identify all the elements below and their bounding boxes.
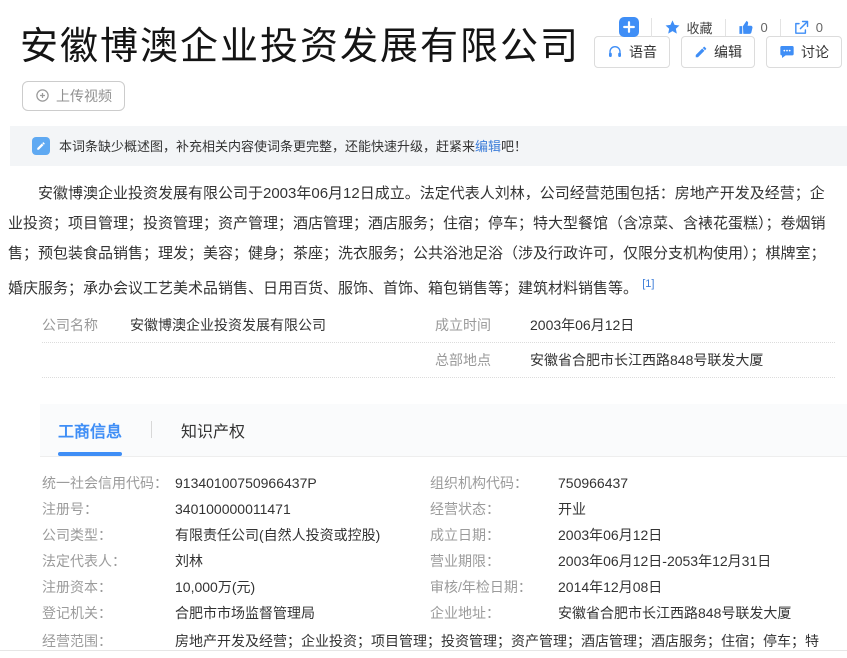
reg-number-label: 注册号： xyxy=(42,499,175,519)
company-name-label: 公司名称 xyxy=(42,315,130,335)
registry-authority-value: 合肥市市场监督管理局 xyxy=(175,603,430,623)
bottom-divider xyxy=(0,650,847,651)
notice-bar: 本词条缺少概述图，补充相关内容使词条更完整，还能快速升级，赶紧来编辑吧！ xyxy=(10,126,847,166)
reg-number-value: 340100000011471 xyxy=(175,501,430,517)
founded-label: 成立时间 xyxy=(435,315,530,335)
plus-square-icon xyxy=(619,17,639,37)
active-tab-underline xyxy=(58,452,122,456)
infobox-row: 公司名称 安徽博澳企业投资发展有限公司 成立时间 2003年06月12日 xyxy=(42,308,835,343)
tab-bar: 工商信息 知识产权 xyxy=(40,404,847,457)
favorite-label: 收藏 xyxy=(687,18,713,37)
table-row: 法定代表人： 刘林 营业期限： 2003年06月12日-2053年12月31日 xyxy=(42,548,835,574)
business-scope-row: 经营范围： 房地产开发及经营；企业投资；项目管理；投资管理；资产管理；酒店管理；… xyxy=(42,629,835,658)
org-code-label: 组织机构代码： xyxy=(430,473,558,493)
infobox-row: 总部地点 安徽省合肥市长江西路848号联发大厦 xyxy=(42,343,835,378)
company-type-value: 有限责任公司(自然人投资或控股) xyxy=(175,525,430,545)
upload-video-button[interactable]: 上传视频 xyxy=(22,81,125,111)
edit-button[interactable]: 编辑 xyxy=(681,36,755,68)
voice-button[interactable]: 语音 xyxy=(594,36,670,68)
edit-button-label: 编辑 xyxy=(714,42,742,62)
company-name-value: 安徽博澳企业投资发展有限公司 xyxy=(130,315,435,335)
like-count: 0 xyxy=(761,20,768,35)
tab-intellectual-property[interactable]: 知识产权 xyxy=(181,403,245,456)
infobox: 公司名称 安徽博澳企业投资发展有限公司 成立时间 2003年06月12日 总部地… xyxy=(42,308,835,378)
star-icon xyxy=(664,19,681,36)
table-row: 登记机关： 合肥市市场监督管理局 企业地址： 安徽省合肥市长江西路848号联发大… xyxy=(42,600,835,626)
notice-text-tail: 吧！ xyxy=(501,136,527,155)
business-scope-value: 房地产开发及经营；企业投资；项目管理；投资管理；资产管理；酒店管理；酒店服务；住… xyxy=(175,629,835,658)
notice-text: 本词条缺少概述图，补充相关内容使词条更完整，还能快速升级，赶紧来 xyxy=(59,136,475,155)
share-count: 0 xyxy=(816,20,823,35)
page-title: 安徽博澳企业投资发展有限公司 xyxy=(20,26,580,70)
business-term-label: 营业期限： xyxy=(430,551,558,571)
reference-link[interactable]: [1] xyxy=(642,278,654,290)
chat-bubble-icon xyxy=(779,44,795,60)
headset-icon xyxy=(607,44,623,60)
title-buttons: 语音 编辑 讨论 xyxy=(594,36,842,68)
discuss-button[interactable]: 讨论 xyxy=(766,36,842,68)
tab-intellectual-property-label: 知识产权 xyxy=(181,418,245,442)
registry-authority-label: 登记机关： xyxy=(42,603,175,623)
favorite-button[interactable]: 收藏 xyxy=(651,18,725,37)
table-row: 公司类型： 有限责任公司(自然人投资或控股) 成立日期： 2003年06月12日 xyxy=(42,522,835,548)
credit-code-value: 91340100750966437P xyxy=(175,475,430,491)
tab-divider xyxy=(151,421,152,438)
registered-capital-label: 注册资本： xyxy=(42,577,175,597)
share-button[interactable]: 0 xyxy=(780,19,835,36)
establish-date-value: 2003年06月12日 xyxy=(558,525,835,545)
hq-value: 安徽省合肥市长江西路848号联发大厦 xyxy=(530,350,835,370)
summary-text: 安徽博澳企业投资发展有限公司于2003年06月12日成立。法定代表人刘林，公司经… xyxy=(8,185,826,297)
discuss-button-label: 讨论 xyxy=(801,42,829,62)
notice-edit-link[interactable]: 编辑 xyxy=(475,136,501,155)
company-address-label: 企业地址： xyxy=(430,603,558,623)
founded-value: 2003年06月12日 xyxy=(530,315,835,335)
legal-rep-value: 刘林 xyxy=(175,551,430,571)
table-row: 注册资本： 10,000万(元) 审核/年检日期： 2014年12月08日 xyxy=(42,574,835,600)
summary-paragraph: 安徽博澳企业投资发展有限公司于2003年06月12日成立。法定代表人刘林，公司经… xyxy=(8,179,837,304)
circle-plus-icon xyxy=(35,88,50,103)
table-row: 统一社会信用代码： 91340100750966437P 组织机构代码： 750… xyxy=(42,470,835,496)
inspection-date-value: 2014年12月08日 xyxy=(558,577,835,597)
hq-label: 总部地点 xyxy=(435,350,530,370)
legal-rep-label: 法定代表人： xyxy=(42,551,175,571)
business-scope-label: 经营范围： xyxy=(42,629,175,658)
company-type-label: 公司类型： xyxy=(42,525,175,545)
business-info-panel: 统一社会信用代码： 91340100750966437P 组织机构代码： 750… xyxy=(42,470,835,658)
edit-badge-icon xyxy=(32,137,50,155)
app-add-button[interactable] xyxy=(607,17,651,37)
header-action-strip: 收藏 0 0 xyxy=(607,17,835,37)
inspection-date-label: 审核/年检日期： xyxy=(430,577,558,597)
status-value: 开业 xyxy=(558,499,835,519)
company-address-value: 安徽省合肥市长江西路848号联发大厦 xyxy=(558,603,835,623)
like-button[interactable]: 0 xyxy=(725,19,780,36)
credit-code-label: 统一社会信用代码： xyxy=(42,473,175,493)
thumbs-up-icon xyxy=(738,19,755,36)
org-code-value: 750966437 xyxy=(558,475,835,491)
table-row: 注册号： 340100000011471 经营状态： 开业 xyxy=(42,496,835,522)
voice-button-label: 语音 xyxy=(629,42,657,62)
registered-capital-value: 10,000万(元) xyxy=(175,577,430,597)
share-icon xyxy=(793,19,810,36)
business-term-value: 2003年06月12日-2053年12月31日 xyxy=(558,551,835,571)
status-label: 经营状态： xyxy=(430,499,558,519)
tab-business-info[interactable]: 工商信息 xyxy=(58,403,122,456)
pencil-icon xyxy=(694,45,708,59)
tab-business-info-label: 工商信息 xyxy=(58,418,122,442)
establish-date-label: 成立日期： xyxy=(430,525,558,545)
upload-video-label: 上传视频 xyxy=(56,86,112,106)
